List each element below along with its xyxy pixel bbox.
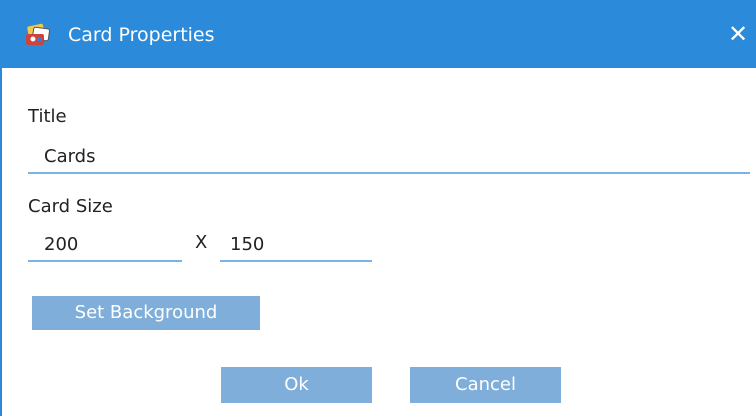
size-separator: X — [195, 232, 208, 253]
cards-app-icon — [26, 23, 50, 45]
card-width-value: 200 — [44, 234, 79, 255]
card-size-label: Card Size — [28, 196, 113, 217]
title-input[interactable]: Cards — [28, 142, 750, 174]
card-width-input[interactable]: 200 — [28, 230, 182, 262]
ok-button[interactable]: Ok — [221, 367, 372, 403]
close-icon: ✕ — [727, 20, 749, 48]
card-properties-dialog: Card Properties ✕ Title Cards Card Size … — [0, 0, 756, 416]
cancel-button[interactable]: Cancel — [410, 367, 561, 403]
close-button[interactable]: ✕ — [718, 12, 756, 56]
title-bar[interactable]: Card Properties ✕ — [2, 0, 756, 68]
dialog-title: Card Properties — [68, 24, 215, 46]
card-height-value: 150 — [230, 234, 265, 255]
title-label: Title — [28, 106, 67, 127]
set-background-button[interactable]: Set Background — [32, 296, 260, 330]
card-height-input[interactable]: 150 — [220, 230, 372, 262]
title-input-value: Cards — [44, 146, 96, 167]
